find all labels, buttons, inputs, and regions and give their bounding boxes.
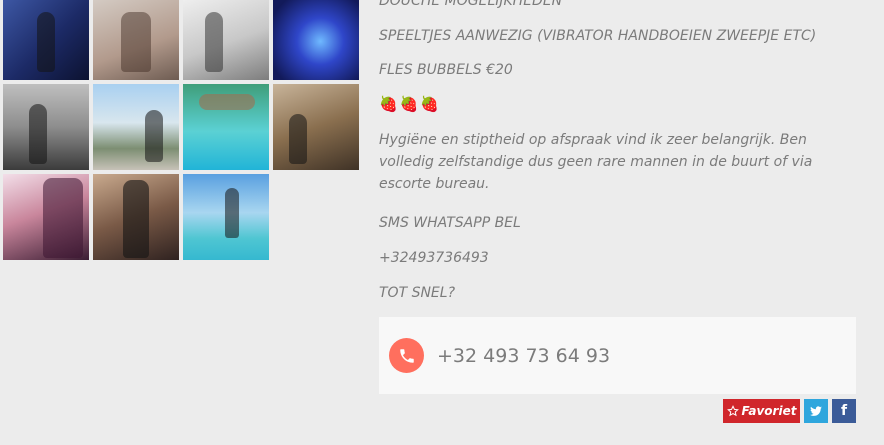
gallery-thumbnail[interactable] [93, 0, 179, 80]
facebook-icon: f [840, 403, 848, 419]
photo-figure [205, 12, 223, 72]
phone-number: +32 493 73 64 93 [437, 344, 611, 367]
gallery-thumbnail[interactable] [183, 84, 269, 170]
description-line: TOT SNEL? [379, 285, 456, 301]
gallery-thumbnail[interactable] [183, 174, 269, 260]
photo-figure [289, 114, 307, 164]
photo-figure [123, 180, 149, 258]
twitter-icon [810, 406, 822, 416]
phone-icon [389, 338, 424, 373]
description-phone: +32493736493 [379, 250, 489, 266]
photo-figure [29, 104, 47, 164]
gallery-thumbnail[interactable] [3, 174, 89, 260]
twitter-share-button[interactable] [804, 399, 828, 423]
favorite-button[interactable]: Favoriet [723, 399, 800, 423]
photo-figure [225, 188, 239, 238]
description-paragraph: Hygiëne en stiptheid op afspraak vind ik… [379, 132, 813, 192]
photo-figure [121, 12, 151, 72]
description-line: FLES BUBBELS €20 [379, 62, 513, 78]
strawberry-emojis: 🍓🍓🍓 [379, 95, 442, 113]
gallery-thumbnail[interactable] [3, 84, 89, 170]
star-icon [726, 405, 739, 417]
gallery-thumbnail[interactable] [3, 0, 89, 80]
photo-figure [37, 12, 55, 72]
share-actions: Favoriet f [723, 399, 856, 423]
gallery-thumbnail[interactable] [273, 84, 359, 170]
description-line: SPEELTJES AANWEZIG (VIBRATOR HANDBOEIEN … [379, 28, 817, 44]
photo-figure [145, 110, 163, 162]
call-phone-button[interactable]: +32 493 73 64 93 [379, 317, 856, 394]
facebook-share-button[interactable]: f [832, 399, 856, 423]
photo-figure [43, 178, 83, 258]
gallery-thumbnail[interactable] [93, 174, 179, 260]
gallery-thumbnail[interactable] [273, 0, 359, 80]
description-line: SMS WHATSAPP BEL [379, 215, 521, 231]
photo-figure [199, 94, 255, 110]
favorite-label: Favoriet [741, 404, 797, 418]
photo-gallery [3, 0, 363, 260]
gallery-thumbnail[interactable] [93, 84, 179, 170]
description-line: DOUCHE MOGELIJKHEDEN [379, 0, 563, 9]
gallery-thumbnail[interactable] [183, 0, 269, 80]
